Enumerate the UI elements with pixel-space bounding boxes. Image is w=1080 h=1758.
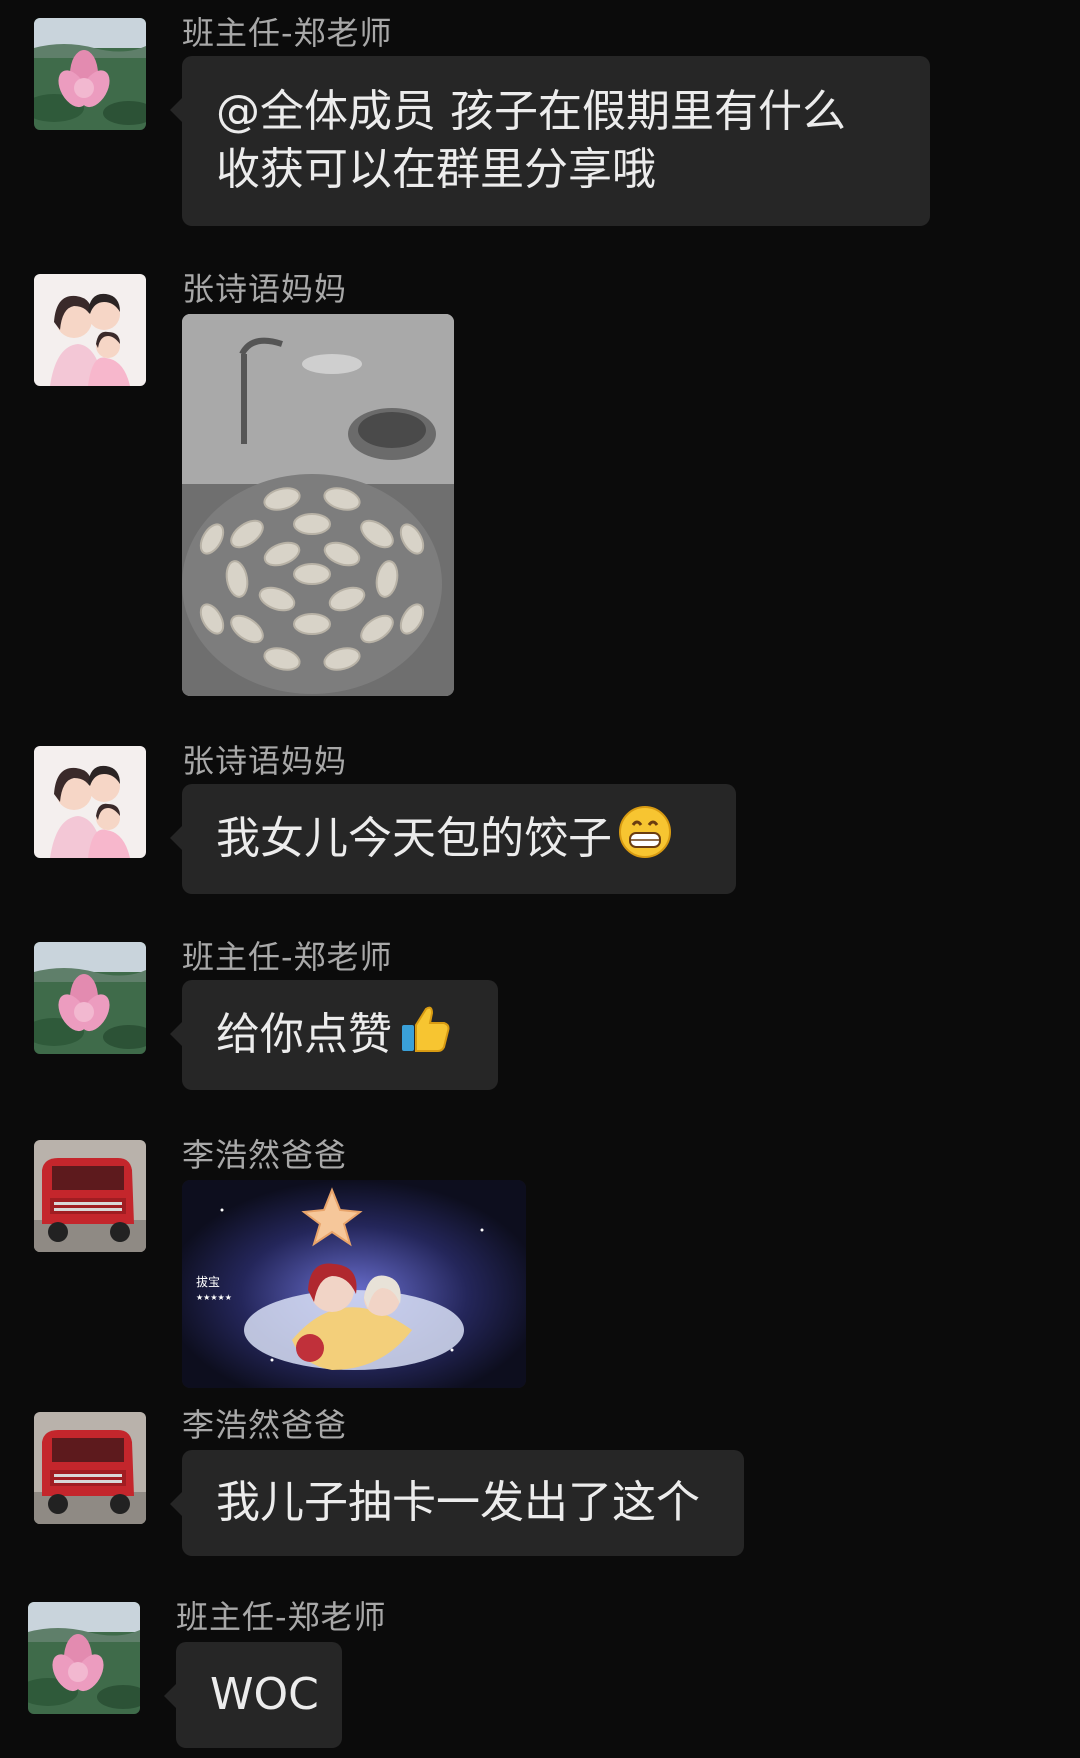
sender-name: 班主任-郑老师 — [176, 1598, 387, 1636]
message-bubble[interactable]: 我女儿今天包的饺子 — [170, 784, 736, 894]
family-cartoon-avatar[interactable] — [34, 746, 146, 858]
message-text: WOC — [210, 1669, 319, 1720]
red-truck-avatar[interactable] — [34, 1412, 146, 1524]
lotus-flower-avatar[interactable] — [34, 18, 146, 130]
message-bubble[interactable]: WOC — [164, 1642, 342, 1748]
sender-name: 班主任-郑老师 — [182, 14, 393, 52]
lotus-flower-avatar[interactable] — [28, 1602, 140, 1714]
svg-text:拔宝: 拔宝 — [196, 1274, 220, 1289]
svg-text:★★★★★: ★★★★★ — [196, 1293, 232, 1302]
sender-name: 班主任-郑老师 — [182, 938, 393, 976]
sender-name: 李浩然爸爸 — [182, 1136, 348, 1174]
message-text: @全体成员 孩子在假期里有什么 收获可以在群里分享哦 — [216, 86, 846, 195]
message-text: 给你点赞 — [216, 1009, 392, 1060]
chat-message-list[interactable]: 班主任-郑老师 @全体成员 孩子在假期里有什么 收获可以在群里分享哦 张诗语妈妈 — [0, 0, 1080, 1758]
dumplings-tray-photo[interactable] — [182, 314, 454, 696]
anime-gacha-card-image[interactable]: 拔宝 ★★★★★ — [182, 1180, 526, 1388]
grinning-face-emoji — [618, 805, 672, 874]
thumbs-up-emoji — [398, 1001, 452, 1070]
message-text: 我女儿今天包的饺子 — [216, 813, 612, 864]
sender-name: 张诗语妈妈 — [182, 270, 348, 308]
red-truck-avatar[interactable] — [34, 1140, 146, 1252]
sender-name: 李浩然爸爸 — [182, 1406, 348, 1444]
message-bubble[interactable]: @全体成员 孩子在假期里有什么 收获可以在群里分享哦 — [170, 56, 930, 226]
lotus-flower-avatar[interactable] — [34, 942, 146, 1054]
sender-name: 张诗语妈妈 — [182, 742, 348, 780]
message-text: 我儿子抽卡一发出了这个 — [216, 1477, 700, 1528]
message-bubble[interactable]: 给你点赞 — [170, 980, 498, 1090]
family-cartoon-avatar[interactable] — [34, 274, 146, 386]
message-bubble[interactable]: 我儿子抽卡一发出了这个 — [170, 1450, 744, 1556]
